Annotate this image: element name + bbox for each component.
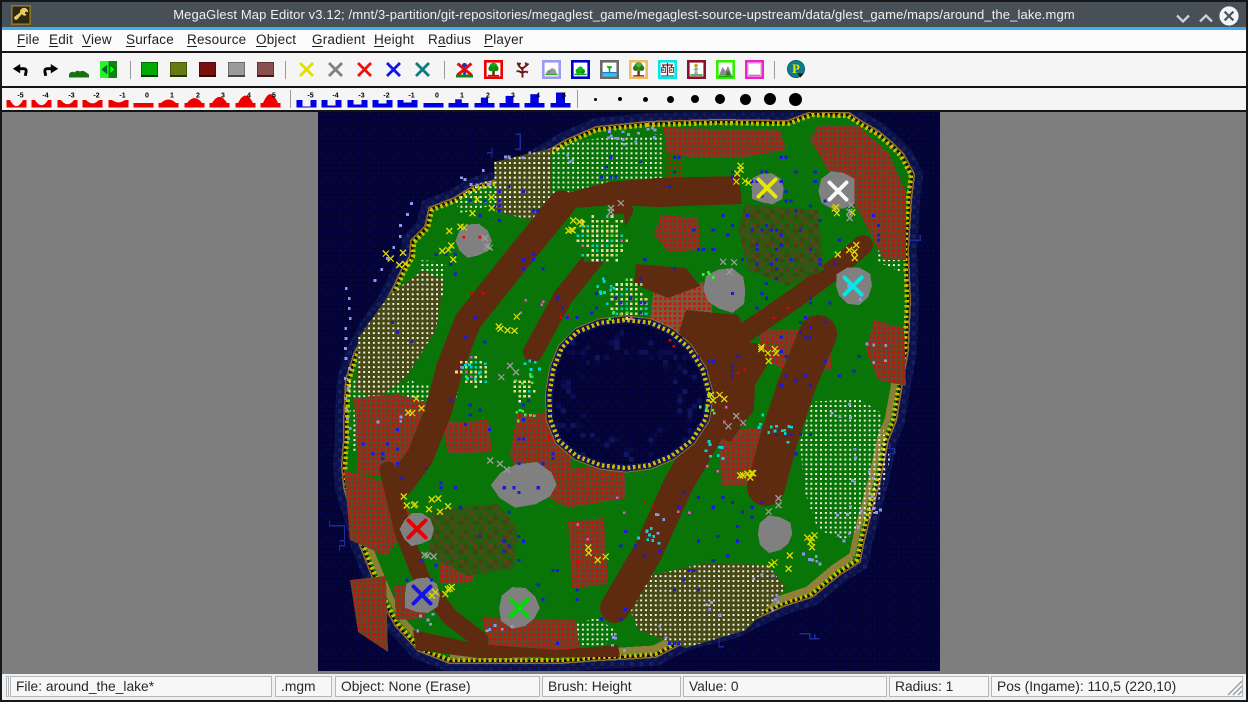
- svg-text:-5: -5: [17, 92, 23, 99]
- svg-text:-4: -4: [333, 92, 339, 99]
- svg-text:-2: -2: [94, 92, 100, 99]
- svg-text:-1: -1: [409, 92, 415, 99]
- svg-text:2: 2: [486, 92, 490, 99]
- svg-text:-2: -2: [383, 92, 389, 99]
- svg-text:-4: -4: [43, 92, 49, 99]
- svg-text:1: 1: [460, 92, 464, 99]
- svg-text:3: 3: [221, 92, 225, 99]
- svg-text:1: 1: [170, 92, 174, 99]
- svg-text:3: 3: [511, 92, 515, 99]
- svg-text:4: 4: [536, 92, 540, 99]
- svg-text:-3: -3: [68, 92, 74, 99]
- svg-text:2: 2: [196, 92, 200, 99]
- svg-text:5: 5: [562, 92, 566, 99]
- svg-text:-3: -3: [358, 92, 364, 99]
- svg-text:-1: -1: [119, 92, 125, 99]
- svg-text:4: 4: [247, 92, 251, 99]
- svg-text:5: 5: [272, 92, 276, 99]
- svg-text:0: 0: [145, 92, 149, 99]
- svg-text:0: 0: [435, 92, 439, 99]
- svg-text:-5: -5: [307, 92, 313, 99]
